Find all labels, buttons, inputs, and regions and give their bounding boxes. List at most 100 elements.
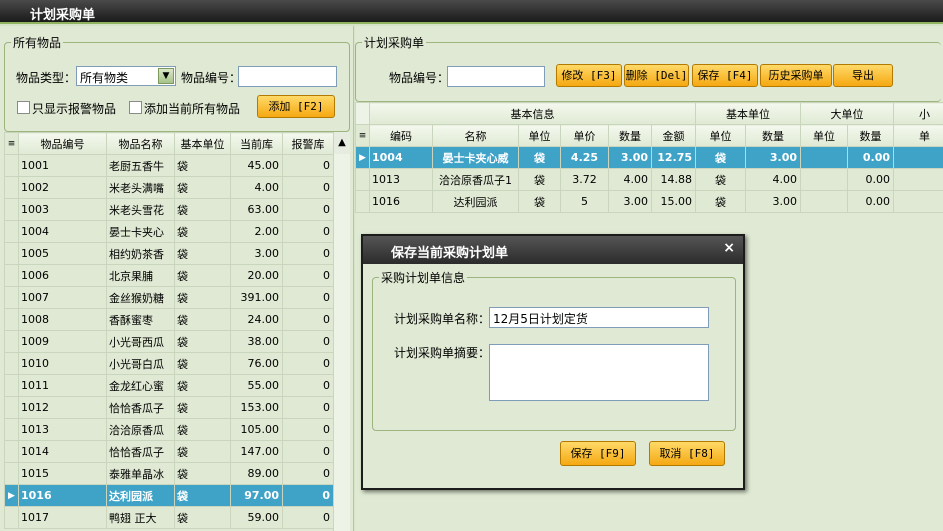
- table-cell: 袋: [174, 198, 231, 221]
- table-cell: 59.00: [230, 506, 283, 529]
- save-button[interactable]: 保存 [F4]: [692, 64, 758, 87]
- row-indicator[interactable]: [4, 506, 19, 529]
- row-indicator[interactable]: [4, 176, 19, 199]
- table-header-row: ≡ 物品编号 物品名称 基本单位 当前库 报警库: [4, 132, 334, 155]
- table-row[interactable]: ▶ 1004 晏士卡夹心威袋 4.25 3.00 12.75 袋 3.00 0.00: [355, 146, 943, 169]
- all-items-group: 所有物品: [4, 34, 350, 132]
- column-header[interactable]: 数量: [745, 124, 801, 147]
- current-row-icon[interactable]: ▶: [355, 146, 370, 169]
- column-header[interactable]: 物品编号: [18, 132, 107, 155]
- table-row[interactable]: 1002 米老头满嘴袋 4.00 0: [4, 176, 334, 199]
- column-header[interactable]: 单: [893, 124, 943, 147]
- dialog-cancel-button[interactable]: 取消 [F8]: [649, 441, 725, 466]
- table-row[interactable]: 1009 小光哥西瓜袋 38.00 0: [4, 330, 334, 353]
- row-indicator[interactable]: [4, 396, 19, 419]
- table-cell: [800, 146, 848, 169]
- table-row[interactable]: 1014 恰恰香瓜子袋 147.00 0: [4, 440, 334, 463]
- add-all-checkbox[interactable]: [129, 101, 142, 114]
- row-indicator[interactable]: [4, 198, 19, 221]
- table-row[interactable]: 1013 洽洽原香瓜袋 105.00 0: [4, 418, 334, 441]
- column-header[interactable]: 名称: [432, 124, 519, 147]
- plan-summary-textarea[interactable]: [489, 344, 709, 401]
- row-indicator[interactable]: [355, 168, 370, 191]
- only-alarm-checkbox[interactable]: [17, 101, 30, 114]
- modify-button[interactable]: 修改 [F3]: [556, 64, 622, 87]
- blank-header: [355, 102, 370, 125]
- column-header[interactable]: 金额: [651, 124, 696, 147]
- row-indicator[interactable]: [4, 154, 19, 177]
- table-cell: 38.00: [230, 330, 283, 353]
- table-row[interactable]: ▶ 1016 达利园派袋 97.00 0: [4, 484, 334, 507]
- table-cell: 0: [282, 506, 334, 529]
- row-indicator[interactable]: [4, 220, 19, 243]
- add-button[interactable]: 添加 [F2]: [257, 95, 335, 118]
- item-type-label: 物品类型：: [16, 71, 77, 85]
- table-row[interactable]: 1012 恰恰香瓜子袋 153.00 0: [4, 396, 334, 419]
- table-row[interactable]: 1001 老厨五香牛袋 45.00 0: [4, 154, 334, 177]
- table-row[interactable]: 1013 洽洽原香瓜子1 袋 3.72 4.00 14.88 袋 4.00 0.00: [355, 168, 943, 191]
- table-row[interactable]: 1017 鸭翅 正大袋 59.00 0: [4, 506, 334, 529]
- table-cell: 0: [282, 330, 334, 353]
- table-cell: 香酥蜜枣: [106, 308, 175, 331]
- item-code-input[interactable]: [238, 66, 337, 87]
- row-indicator[interactable]: [4, 330, 19, 353]
- history-button[interactable]: 历史采购单: [760, 64, 832, 87]
- chevron-down-icon[interactable]: ▼: [158, 68, 174, 84]
- row-indicator[interactable]: [4, 264, 19, 287]
- table-cell: 1009: [18, 330, 107, 353]
- close-icon[interactable]: ×: [723, 240, 735, 256]
- left-scrollbar[interactable]: ▲: [333, 132, 350, 531]
- table-row[interactable]: 1008 香酥蜜枣袋 24.00 0: [4, 308, 334, 331]
- dialog-save-button[interactable]: 保存 [F9]: [560, 441, 636, 466]
- row-indicator[interactable]: [355, 190, 370, 213]
- table-row[interactable]: 1007 金丝猴奶糖袋 391.00 0: [4, 286, 334, 309]
- table-row[interactable]: 1010 小光哥白瓜袋 76.00 0: [4, 352, 334, 375]
- table-row[interactable]: 1006 北京果脯袋 20.00 0: [4, 264, 334, 287]
- table-cell: 0: [282, 176, 334, 199]
- table-cell: 153.00: [230, 396, 283, 419]
- scroll-up-icon[interactable]: ▲: [334, 132, 350, 154]
- column-header[interactable]: 编码: [369, 124, 433, 147]
- plan-code-input[interactable]: [447, 66, 545, 87]
- table-cell: 袋: [174, 484, 231, 507]
- column-header[interactable]: 单价: [560, 124, 609, 147]
- table-cell: 袋: [174, 396, 231, 419]
- row-indicator[interactable]: [4, 374, 19, 397]
- row-indicator[interactable]: [4, 440, 19, 463]
- table-row[interactable]: 1003 米老头雪花袋 63.00 0: [4, 198, 334, 221]
- row-indicator[interactable]: [4, 242, 19, 265]
- plan-name-input[interactable]: 12月5日计划定货: [489, 307, 709, 328]
- column-header[interactable]: 单位: [695, 124, 746, 147]
- column-header[interactable]: 物品名称: [106, 132, 175, 155]
- table-cell: 袋: [174, 242, 231, 265]
- current-row-icon[interactable]: ▶: [4, 484, 19, 507]
- table-cell: 袋: [174, 462, 231, 485]
- table-row[interactable]: 1016 达利园派袋 5 3.00 15.00 袋 3.00 0.00: [355, 190, 943, 213]
- table-cell: 20.00: [230, 264, 283, 287]
- row-indicator[interactable]: [4, 418, 19, 441]
- row-indicator[interactable]: [4, 308, 19, 331]
- column-header[interactable]: 数量: [847, 124, 894, 147]
- table-cell: 4.00: [745, 168, 801, 191]
- table-row[interactable]: 1011 金龙红心蜜袋 55.00 0: [4, 374, 334, 397]
- column-header[interactable]: 当前库: [230, 132, 283, 155]
- column-header[interactable]: 基本单位: [174, 132, 231, 155]
- table-row[interactable]: 1004 晏士卡夹心袋 2.00 0: [4, 220, 334, 243]
- column-header[interactable]: 单位: [518, 124, 561, 147]
- export-button[interactable]: 导出: [833, 64, 893, 87]
- table-row[interactable]: 1015 泰雅单晶冰袋 89.00 0: [4, 462, 334, 485]
- row-indicator[interactable]: [4, 352, 19, 375]
- dialog-title-bar[interactable]: 保存当前采购计划单 ×: [363, 236, 743, 264]
- table-row[interactable]: 1005 相约奶茶香袋 3.00 0: [4, 242, 334, 265]
- table-cell: 1008: [18, 308, 107, 331]
- table-cell: 小光哥白瓜: [106, 352, 175, 375]
- table-cell: 0: [282, 220, 334, 243]
- row-indicator[interactable]: [4, 286, 19, 309]
- column-header[interactable]: 报警库: [282, 132, 334, 155]
- row-indicator[interactable]: [4, 462, 19, 485]
- item-type-select[interactable]: 所有物类 ▼: [76, 66, 176, 86]
- column-header[interactable]: 数量: [608, 124, 652, 147]
- column-header[interactable]: 单位: [800, 124, 848, 147]
- delete-button[interactable]: 删除 [Del]: [624, 64, 689, 87]
- table-cell: 袋: [174, 220, 231, 243]
